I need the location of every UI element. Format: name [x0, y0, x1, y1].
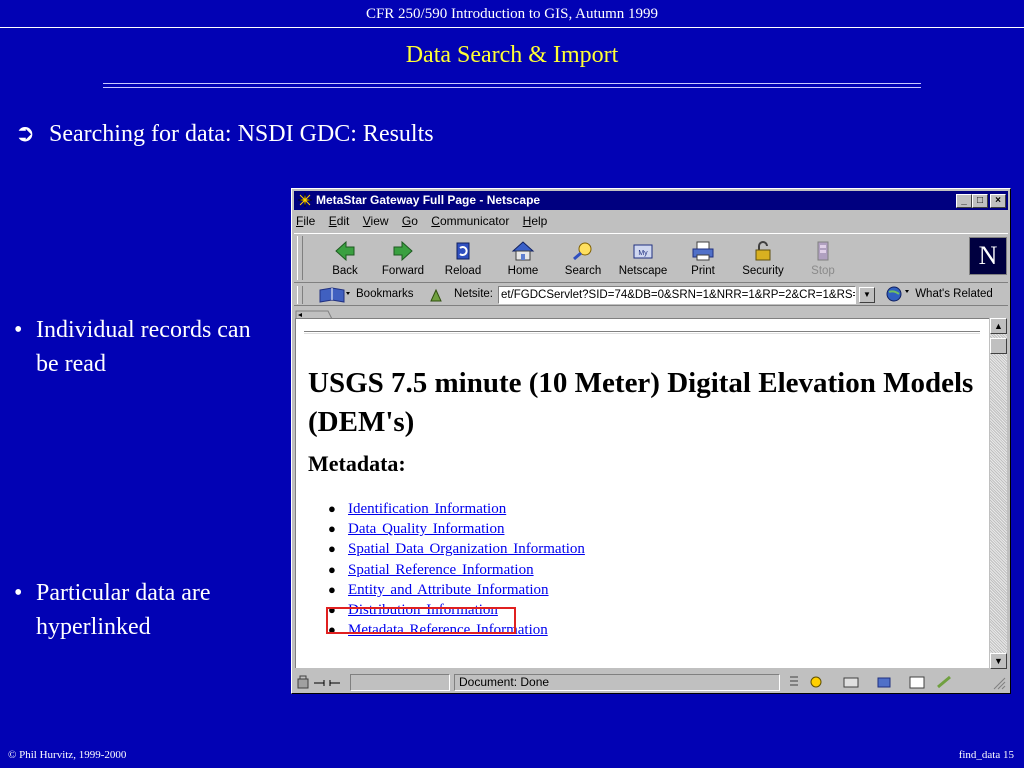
svg-text:My: My [638, 250, 648, 257]
page-content: USGS 7.5 minute (10 Meter) Digital Eleva… [295, 318, 989, 668]
url-field[interactable]: et/FGDCServlet?SID=74&DB=0&SRN=1&NRR=1&R… [498, 286, 856, 304]
location-page-icon[interactable] [428, 287, 444, 303]
scroll-up-arrow-icon[interactable]: ▲ [990, 318, 1007, 334]
scroll-thumb[interactable] [990, 338, 1007, 354]
page-heading: USGS 7.5 minute (10 Meter) Digital Eleva… [308, 367, 974, 438]
reload-icon [456, 242, 470, 260]
back-button[interactable]: Back [316, 236, 374, 280]
home-button[interactable]: Home [494, 236, 552, 280]
print-button[interactable]: Print [674, 236, 732, 280]
menu-communicator[interactable]: Communicator [431, 214, 509, 228]
side-bullet-hyperlinked: • Particular data are hyperlinked [14, 576, 274, 644]
list-item: ● Data Quality Information [328, 521, 505, 538]
bookmarks-button[interactable]: Bookmarks [356, 288, 414, 300]
window-titlebar[interactable]: MetaStar Gateway Full Page - Netscape _ … [294, 191, 1008, 210]
menu-bar: File Edit View Go Communicator Help [296, 212, 557, 230]
globe-icon [886, 286, 909, 302]
reload-button[interactable]: Reload [434, 236, 492, 280]
bookmarks-icon[interactable] [318, 286, 352, 304]
forward-button[interactable]: Forward [374, 236, 432, 280]
search-button[interactable]: Search [554, 236, 612, 280]
whats-related-button[interactable]: What's Related [884, 286, 993, 302]
browser-window: MetaStar Gateway Full Page - Netscape _ … [291, 188, 1011, 694]
title-divider [103, 83, 921, 88]
connection-icon[interactable] [296, 674, 344, 691]
link-entity-attribute-information[interactable]: Entity and Attribute Information [348, 582, 549, 598]
status-bar: Document: Done [294, 673, 1008, 692]
highlight-box [326, 607, 516, 634]
main-bullet-text: Searching for data: NSDI GDC: Results [49, 121, 434, 147]
page-divider [304, 331, 980, 334]
toolbar-grip[interactable] [297, 286, 303, 304]
status-text: Document: Done [454, 674, 780, 691]
list-item: ● Entity and Attribute Information [328, 581, 549, 598]
netscape-button[interactable]: My Netscape [614, 236, 672, 280]
slide-title: Data Search & Import [405, 42, 619, 68]
menu-view[interactable]: View [363, 214, 389, 228]
forward-arrow-icon [393, 240, 413, 262]
close-button[interactable]: × [990, 194, 1006, 208]
list-item: ● Spatial Reference Information [328, 561, 534, 578]
menu-file[interactable]: File [296, 214, 315, 228]
link-spatial-data-organization-information[interactable]: Spatial Data Organization Information [348, 541, 585, 557]
menu-edit[interactable]: Edit [329, 214, 350, 228]
netscape-star-icon [297, 192, 313, 208]
footer-page-id: find_data 15 [958, 749, 1014, 761]
print-icon [692, 241, 714, 261]
security-button[interactable]: Security [734, 236, 792, 280]
netscape-logo[interactable]: N [969, 237, 1007, 275]
menu-help[interactable]: Help [523, 214, 548, 228]
netscape-icon: My [633, 244, 653, 259]
window-title: MetaStar Gateway Full Page - Netscape [316, 193, 541, 207]
stop-icon [817, 241, 829, 261]
progress-box [350, 674, 450, 691]
location-toolbar: Bookmarks Netsite: et/FGDCServlet?SID=74… [294, 284, 1008, 306]
back-arrow-icon [335, 240, 355, 262]
security-lock-icon [755, 241, 771, 261]
bullet-dot: • [14, 580, 23, 606]
arrow-bullet-icon: ➲ [15, 121, 36, 147]
link-identification-information[interactable]: Identification Information [348, 501, 506, 517]
component-bar-icons[interactable] [786, 674, 966, 691]
side-bullet-records: • Individual records can be read [14, 313, 274, 381]
search-icon [573, 242, 592, 261]
slide-header: CFR 250/590 Introduction to GIS, Autumn … [0, 0, 1024, 28]
scroll-down-arrow-icon[interactable]: ▼ [990, 653, 1007, 669]
toolbar-tab-strip[interactable] [294, 307, 1008, 320]
side-bullet-text: Particular data are hyperlinked [36, 580, 211, 640]
side-bullet-text: Individual records can be read [36, 317, 251, 377]
main-bullet: ➲ Searching for data: NSDI GDC: Results [15, 119, 434, 148]
navigation-toolbar: Back Forward Reload Home Search My Netsc… [294, 233, 1008, 283]
list-item: ● Spatial Data Organization Information [328, 541, 585, 558]
footer-copyright: © Phil Hurvitz, 1999-2000 [8, 749, 127, 761]
url-dropdown-button[interactable]: ▼ [859, 287, 875, 303]
menu-go[interactable]: Go [402, 214, 418, 228]
stop-button[interactable]: Stop [794, 236, 852, 280]
netsite-label: Netsite: [454, 288, 493, 300]
maximize-button[interactable]: □ [972, 194, 988, 208]
vertical-scrollbar[interactable]: ▲ ▼ [990, 318, 1007, 669]
link-data-quality-information[interactable]: Data Quality Information [348, 521, 504, 537]
link-spatial-reference-information[interactable]: Spatial Reference Information [348, 562, 534, 578]
minimize-button[interactable]: _ [956, 194, 972, 208]
toolbar-grip[interactable] [297, 236, 303, 280]
list-item: ● Identification Information [328, 501, 507, 517]
resize-grip-icon[interactable] [992, 676, 1006, 690]
metadata-heading: Metadata: [308, 451, 406, 476]
home-icon [511, 241, 535, 261]
bullet-dot: • [14, 317, 23, 343]
